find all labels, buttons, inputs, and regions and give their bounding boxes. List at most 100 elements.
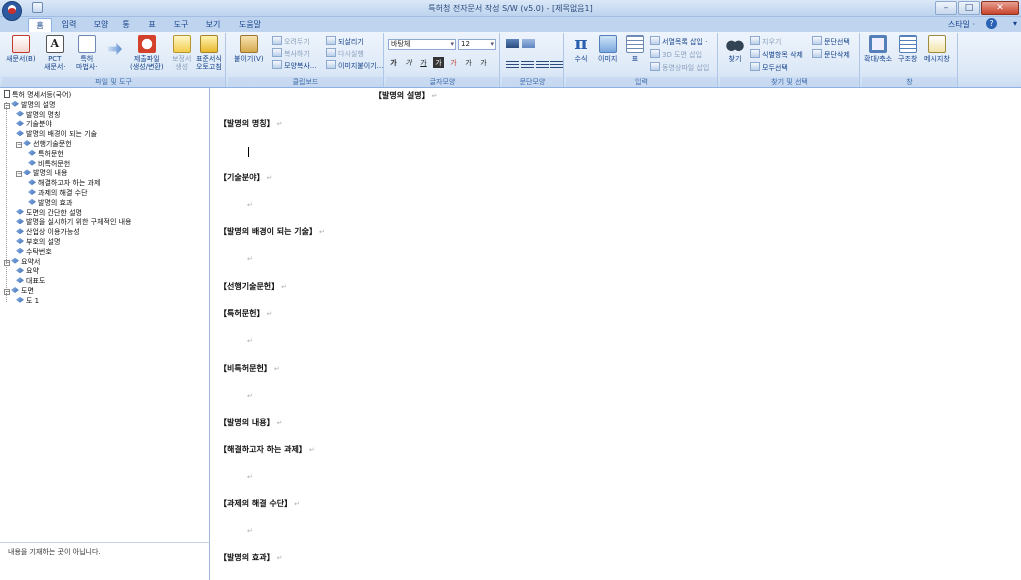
tree-item[interactable]: 도 1 <box>16 296 39 306</box>
patent-wizard-button[interactable]: 특허 마법사· <box>76 35 98 71</box>
help-icon[interactable]: ? <box>986 18 997 29</box>
italic-button[interactable]: 가 <box>403 57 414 68</box>
empty-paragraph-mark[interactable]: ↵ <box>247 337 253 345</box>
submission-file-button[interactable]: 제출파일 (생성/변환) <box>130 35 164 71</box>
structure-pane-button[interactable]: 구조창 <box>898 35 917 63</box>
tree-item[interactable]: 대표도 <box>16 276 45 286</box>
empty-paragraph-mark[interactable]: ↵ <box>247 201 253 209</box>
cut-button[interactable]: 오려두기 <box>272 36 310 47</box>
align-center-icon[interactable] <box>521 59 534 68</box>
new-document-button[interactable]: 새문서(B) <box>6 35 36 63</box>
tab-insert[interactable]: 입력 <box>56 18 82 32</box>
doc-heading[interactable]: 【발명의 명칭】 ↵ <box>219 119 282 129</box>
doc-heading[interactable]: 【선행기술문헌】 ↵ <box>219 282 287 292</box>
align-left-icon[interactable] <box>506 59 519 68</box>
collapse-toggle-icon[interactable]: − <box>4 102 10 109</box>
indent-icon[interactable] <box>522 39 535 48</box>
align-justify-icon[interactable] <box>550 59 563 68</box>
font-name-select[interactable]: 바탕체 <box>388 39 456 50</box>
undo-button[interactable]: 되살리기 <box>326 36 364 47</box>
delete-identifier-button[interactable]: 식별항목 삭제 <box>750 49 803 60</box>
copy-button[interactable]: 복사하기 <box>272 48 310 59</box>
doc-heading[interactable]: 【해결하고자 하는 과제】 ↵ <box>219 445 315 455</box>
collapse-toggle-icon[interactable]: − <box>16 171 22 178</box>
redo-button[interactable]: 다시실행 <box>326 48 364 59</box>
empty-paragraph-mark[interactable]: ↵ <box>247 527 253 535</box>
tree-item[interactable]: 해결하고자 하는 과제 <box>28 178 100 188</box>
standard-format-autocorrect-button[interactable]: 표준서식 오토고침 <box>196 35 222 71</box>
maximize-button[interactable]: □ <box>958 1 980 15</box>
tab-format[interactable]: 모양 <box>88 18 114 32</box>
tab-view[interactable]: 보기 <box>200 18 226 32</box>
message-pane-button[interactable]: 메시지창 <box>924 35 950 63</box>
erase-button[interactable]: 지우기 <box>750 36 781 47</box>
format-painter-button[interactable]: 모양복사... <box>272 60 316 71</box>
doc-heading[interactable]: 【발명의 배경이 되는 기술】 ↵ <box>219 227 325 237</box>
amendment-button[interactable]: 보정서 생성 <box>172 35 191 71</box>
tree-item[interactable]: − 발명의 내용 <box>16 168 67 178</box>
tree-item[interactable]: 발명의 명칭 <box>16 110 60 120</box>
tree-item[interactable]: 요약 <box>16 266 39 276</box>
tree-item[interactable]: 부호의 설명 <box>16 237 60 247</box>
table-button[interactable]: 표 <box>626 35 644 63</box>
equation-button[interactable]: π 수식 <box>572 35 590 64</box>
ribbon-options-icon[interactable]: ▾ <box>1013 19 1017 28</box>
tree-item[interactable]: − 발명의 설명 <box>4 100 55 110</box>
minimize-button[interactable]: – <box>935 1 957 15</box>
tree-item[interactable]: 도면의 간단한 설명 <box>16 208 82 218</box>
video-insert-button[interactable]: 동영상파일 삽입 <box>650 62 709 73</box>
superscript-button[interactable]: 가 <box>463 57 474 68</box>
doc-heading[interactable]: 【발명의 설명】 ↵ <box>374 91 437 101</box>
tree-item[interactable]: 특허 명세서등(국어) <box>4 90 71 100</box>
pct-new-document-button[interactable]: A PCT 새문서· <box>44 35 66 71</box>
app-menu-button[interactable] <box>2 1 22 21</box>
style-menu[interactable]: 스타일 · <box>948 19 975 30</box>
tree-item[interactable]: 산업상 이용가능성 <box>16 227 80 237</box>
tree-item[interactable]: 과제의 해결 수단 <box>28 188 88 198</box>
tree-item[interactable]: 비특허문헌 <box>28 159 70 169</box>
delete-paragraph-button[interactable]: 문단삭제 <box>812 49 850 60</box>
tab-table[interactable]: 표 <box>144 18 160 32</box>
find-button[interactable]: 찾기 <box>726 35 744 63</box>
font-color-button[interactable]: 가 <box>448 57 459 68</box>
tree-item[interactable]: 특허문헌 <box>28 149 64 159</box>
tree-item[interactable]: 발명의 효과 <box>28 198 72 208</box>
collapse-toggle-icon[interactable]: − <box>4 289 10 295</box>
zoom-button[interactable]: 확대/축소 <box>864 35 892 63</box>
doc-heading[interactable]: 【기술분야】 ↵ <box>219 173 272 183</box>
tree-item[interactable]: − 도면 <box>4 286 34 296</box>
empty-paragraph-mark[interactable]: ↵ <box>247 392 253 400</box>
doc-heading[interactable]: 【비특허문헌】 ↵ <box>219 364 280 374</box>
font-size-select[interactable]: 12 <box>458 39 496 50</box>
tab-home[interactable]: 홈 <box>28 18 52 33</box>
empty-paragraph-mark[interactable]: ↵ <box>247 255 253 263</box>
tab-tools[interactable]: 도구 <box>168 18 194 32</box>
tree-item[interactable]: 발명의 배경이 되는 기술 <box>16 129 97 139</box>
align-right-icon[interactable] <box>536 59 549 68</box>
sequence-list-insert-button[interactable]: 서열목록 삽입 · <box>650 36 707 47</box>
tree-item[interactable]: 발명을 실시하기 위한 구체적인 내용 <box>16 217 132 227</box>
doc-heading[interactable]: 【특허문헌】 ↵ <box>219 309 272 319</box>
select-paragraph-button[interactable]: 문단선택 <box>812 36 850 47</box>
document-editor[interactable]: 【발명의 설명】 ↵ 【발명의 명칭】 ↵ 【기술분야】 ↵ ↵ 【발명의 배경이 되는 기술… <box>211 88 1021 580</box>
paste-button[interactable]: 붙이기(V) <box>234 35 264 63</box>
collapse-toggle-icon[interactable]: − <box>4 259 10 266</box>
subscript-button[interactable]: 가 <box>478 57 489 68</box>
line-spacing-icon[interactable] <box>506 39 519 48</box>
collapse-toggle-icon[interactable]: − <box>16 142 22 148</box>
image-button[interactable]: 이미지 <box>598 35 617 63</box>
tree-item[interactable]: − 선행기술문헌 <box>16 139 72 149</box>
doc-heading[interactable]: 【발명의 효과】 ↵ <box>219 553 282 563</box>
paste-image-button[interactable]: 이미지붙이기... <box>326 60 383 71</box>
select-all-button[interactable]: 모두선택 <box>750 62 788 73</box>
tree-item[interactable]: 기술분야 <box>16 119 52 129</box>
tab-help[interactable]: 도움말 <box>232 18 268 32</box>
bold-button[interactable]: 가 <box>388 57 399 68</box>
underline-button[interactable]: 가 <box>418 57 429 68</box>
tree-item[interactable]: − 요약서 <box>4 257 40 267</box>
tab-tong[interactable]: 통 <box>118 18 134 32</box>
empty-paragraph-mark[interactable]: ↵ <box>247 473 253 481</box>
close-button[interactable]: ✕ <box>981 1 1019 15</box>
doc-heading[interactable]: 【발명의 내용】 ↵ <box>219 418 282 428</box>
3d-drawing-insert-button[interactable]: 3D 도면 삽입 <box>650 49 702 60</box>
